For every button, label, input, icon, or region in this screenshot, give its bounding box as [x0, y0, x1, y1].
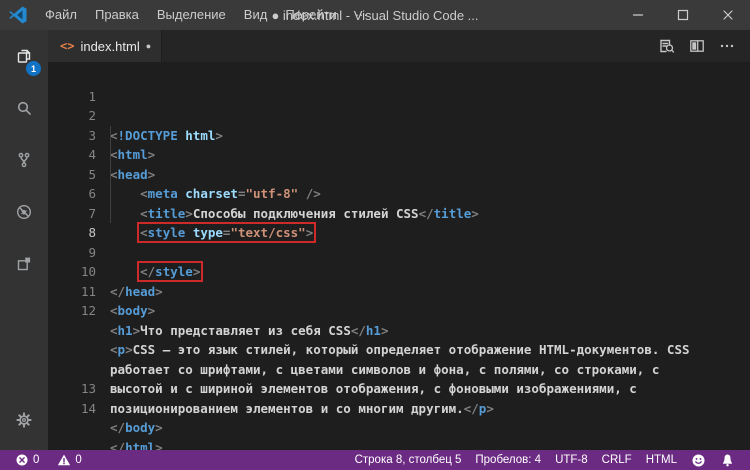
code-line[interactable]: 9 </head> [48, 223, 750, 243]
code-line[interactable]: 7 [48, 184, 750, 204]
split-editor-button[interactable] [684, 33, 710, 59]
code-line[interactable]: 1 <!DOCTYPE html> [48, 67, 750, 87]
badge: 1 [26, 61, 41, 76]
search-icon [16, 100, 32, 116]
menu-Перейти[interactable]: Перейти [276, 0, 346, 30]
tab-label: index.html [80, 39, 139, 54]
activity-item-search[interactable] [0, 82, 48, 134]
activity-item-debug-disabled[interactable] [0, 186, 48, 238]
menu-Файл[interactable]: Файл [36, 0, 86, 30]
editor-actions [654, 30, 750, 62]
status-bar-right: Строка 8, столбец 5 Пробелов: 4 UTF-8 CR… [348, 450, 742, 470]
status-item[interactable]: HTML [639, 450, 684, 470]
activity-item-files[interactable]: 1 [0, 30, 48, 82]
close-button[interactable] [705, 0, 750, 30]
status-text: 0 [75, 454, 81, 466]
code-line[interactable]: 10 <body> [48, 243, 750, 263]
status-bar-left: 0 0 [8, 450, 89, 470]
more-actions-button[interactable] [714, 33, 740, 59]
menu-···[interactable]: ··· [346, 0, 377, 30]
menu-bar: ФайлПравкаВыделениеВидПерейти··· [36, 0, 377, 30]
status-bar: 0 0 Строка 8, столбец 5 Пробелов: 4 UTF-… [0, 450, 750, 470]
indent-guide [110, 145, 111, 165]
title-bar: ФайлПравкаВыделениеВидПерейти··· ● index… [0, 0, 750, 30]
window-controls [615, 0, 750, 30]
code-line[interactable]: 3 <head> [48, 106, 750, 126]
html-file-icon: <> [60, 39, 74, 53]
line-content: позиционированием элементов и со многим … [110, 399, 746, 419]
code-line[interactable]: 14 </html> [48, 379, 750, 399]
status-text: UTF-8 [555, 454, 588, 466]
activity-item-extensions[interactable] [0, 238, 48, 290]
status-item-bell[interactable] [713, 450, 742, 470]
minimize-button[interactable] [615, 0, 660, 30]
activity-bar: 1 [0, 30, 48, 450]
gear-icon [16, 412, 32, 428]
code-line[interactable]: позиционированием элементов и со многим … [48, 340, 750, 360]
status-text: Строка 8, столбец 5 [355, 454, 462, 466]
indent-guide [110, 165, 111, 185]
maximize-button[interactable] [660, 0, 705, 30]
vscode-window: ФайлПравкаВыделениеВидПерейти··· ● index… [0, 0, 750, 470]
menu-Правка[interactable]: Правка [86, 0, 148, 30]
activity-item-source-control[interactable] [0, 134, 48, 186]
status-text: HTML [646, 454, 677, 466]
indent-guide [110, 126, 111, 146]
code-line[interactable]: работает со шрифтами, с цветами символов… [48, 301, 750, 321]
code-line[interactable]: высотой и с шириной элементов отображени… [48, 321, 750, 341]
extensions-icon [16, 256, 32, 272]
code-line[interactable]: 13 </body> [48, 360, 750, 380]
activity-item-gear[interactable] [0, 394, 48, 446]
status-item[interactable]: UTF-8 [548, 450, 595, 470]
status-text: 0 [33, 454, 39, 466]
line-content: </html> [110, 438, 746, 451]
code-line[interactable]: 4 <meta charset="utf-8" /> [48, 126, 750, 146]
line-number: 14 [48, 399, 96, 419]
activity-bar-items: 1 [0, 30, 48, 290]
code-line[interactable]: 6 <style type="text/css"> [48, 165, 750, 185]
indent-guide [110, 184, 111, 204]
tabs: <> index.html ● [48, 30, 162, 62]
modified-dot-icon[interactable]: ● [146, 41, 151, 51]
status-text: CRLF [602, 454, 632, 466]
tab-bar: <> index.html ● [48, 30, 750, 62]
debug-disabled-icon [16, 204, 32, 220]
tab-index.html[interactable]: <> index.html ● [48, 30, 162, 62]
status-item[interactable]: Строка 8, столбец 5 [348, 450, 469, 470]
status-item-warning[interactable]: 0 [50, 450, 88, 470]
status-item[interactable]: CRLF [595, 450, 639, 470]
menu-Выделение[interactable]: Выделение [148, 0, 235, 30]
code-line[interactable]: 11 <h1>Что представляет из себя CSS</h1> [48, 262, 750, 282]
line-content: </body> [110, 418, 746, 438]
code-line[interactable]: 2 <html> [48, 87, 750, 107]
menu-Вид[interactable]: Вид [235, 0, 277, 30]
source-control-icon [16, 152, 32, 168]
open-preview-button[interactable] [654, 33, 680, 59]
status-item[interactable]: Пробелов: 4 [468, 450, 548, 470]
code-line[interactable]: 8 </style> [48, 204, 750, 224]
status-text: Пробелов: 4 [475, 454, 541, 466]
activity-bar-bottom [0, 394, 48, 446]
vscode-logo-icon [8, 5, 28, 25]
code-line[interactable]: 12 <p>CSS — это язык стилей, который опр… [48, 282, 750, 302]
indent-guide [110, 204, 111, 224]
code-editor[interactable]: 1 <!DOCTYPE html> 2 <html> 3 <head> 4 <m… [48, 62, 750, 450]
code-line[interactable]: 5 <title>Способы подключения стилей CSS<… [48, 145, 750, 165]
status-item-error[interactable]: 0 [8, 450, 46, 470]
status-item-feedback-smiley[interactable] [684, 450, 713, 470]
